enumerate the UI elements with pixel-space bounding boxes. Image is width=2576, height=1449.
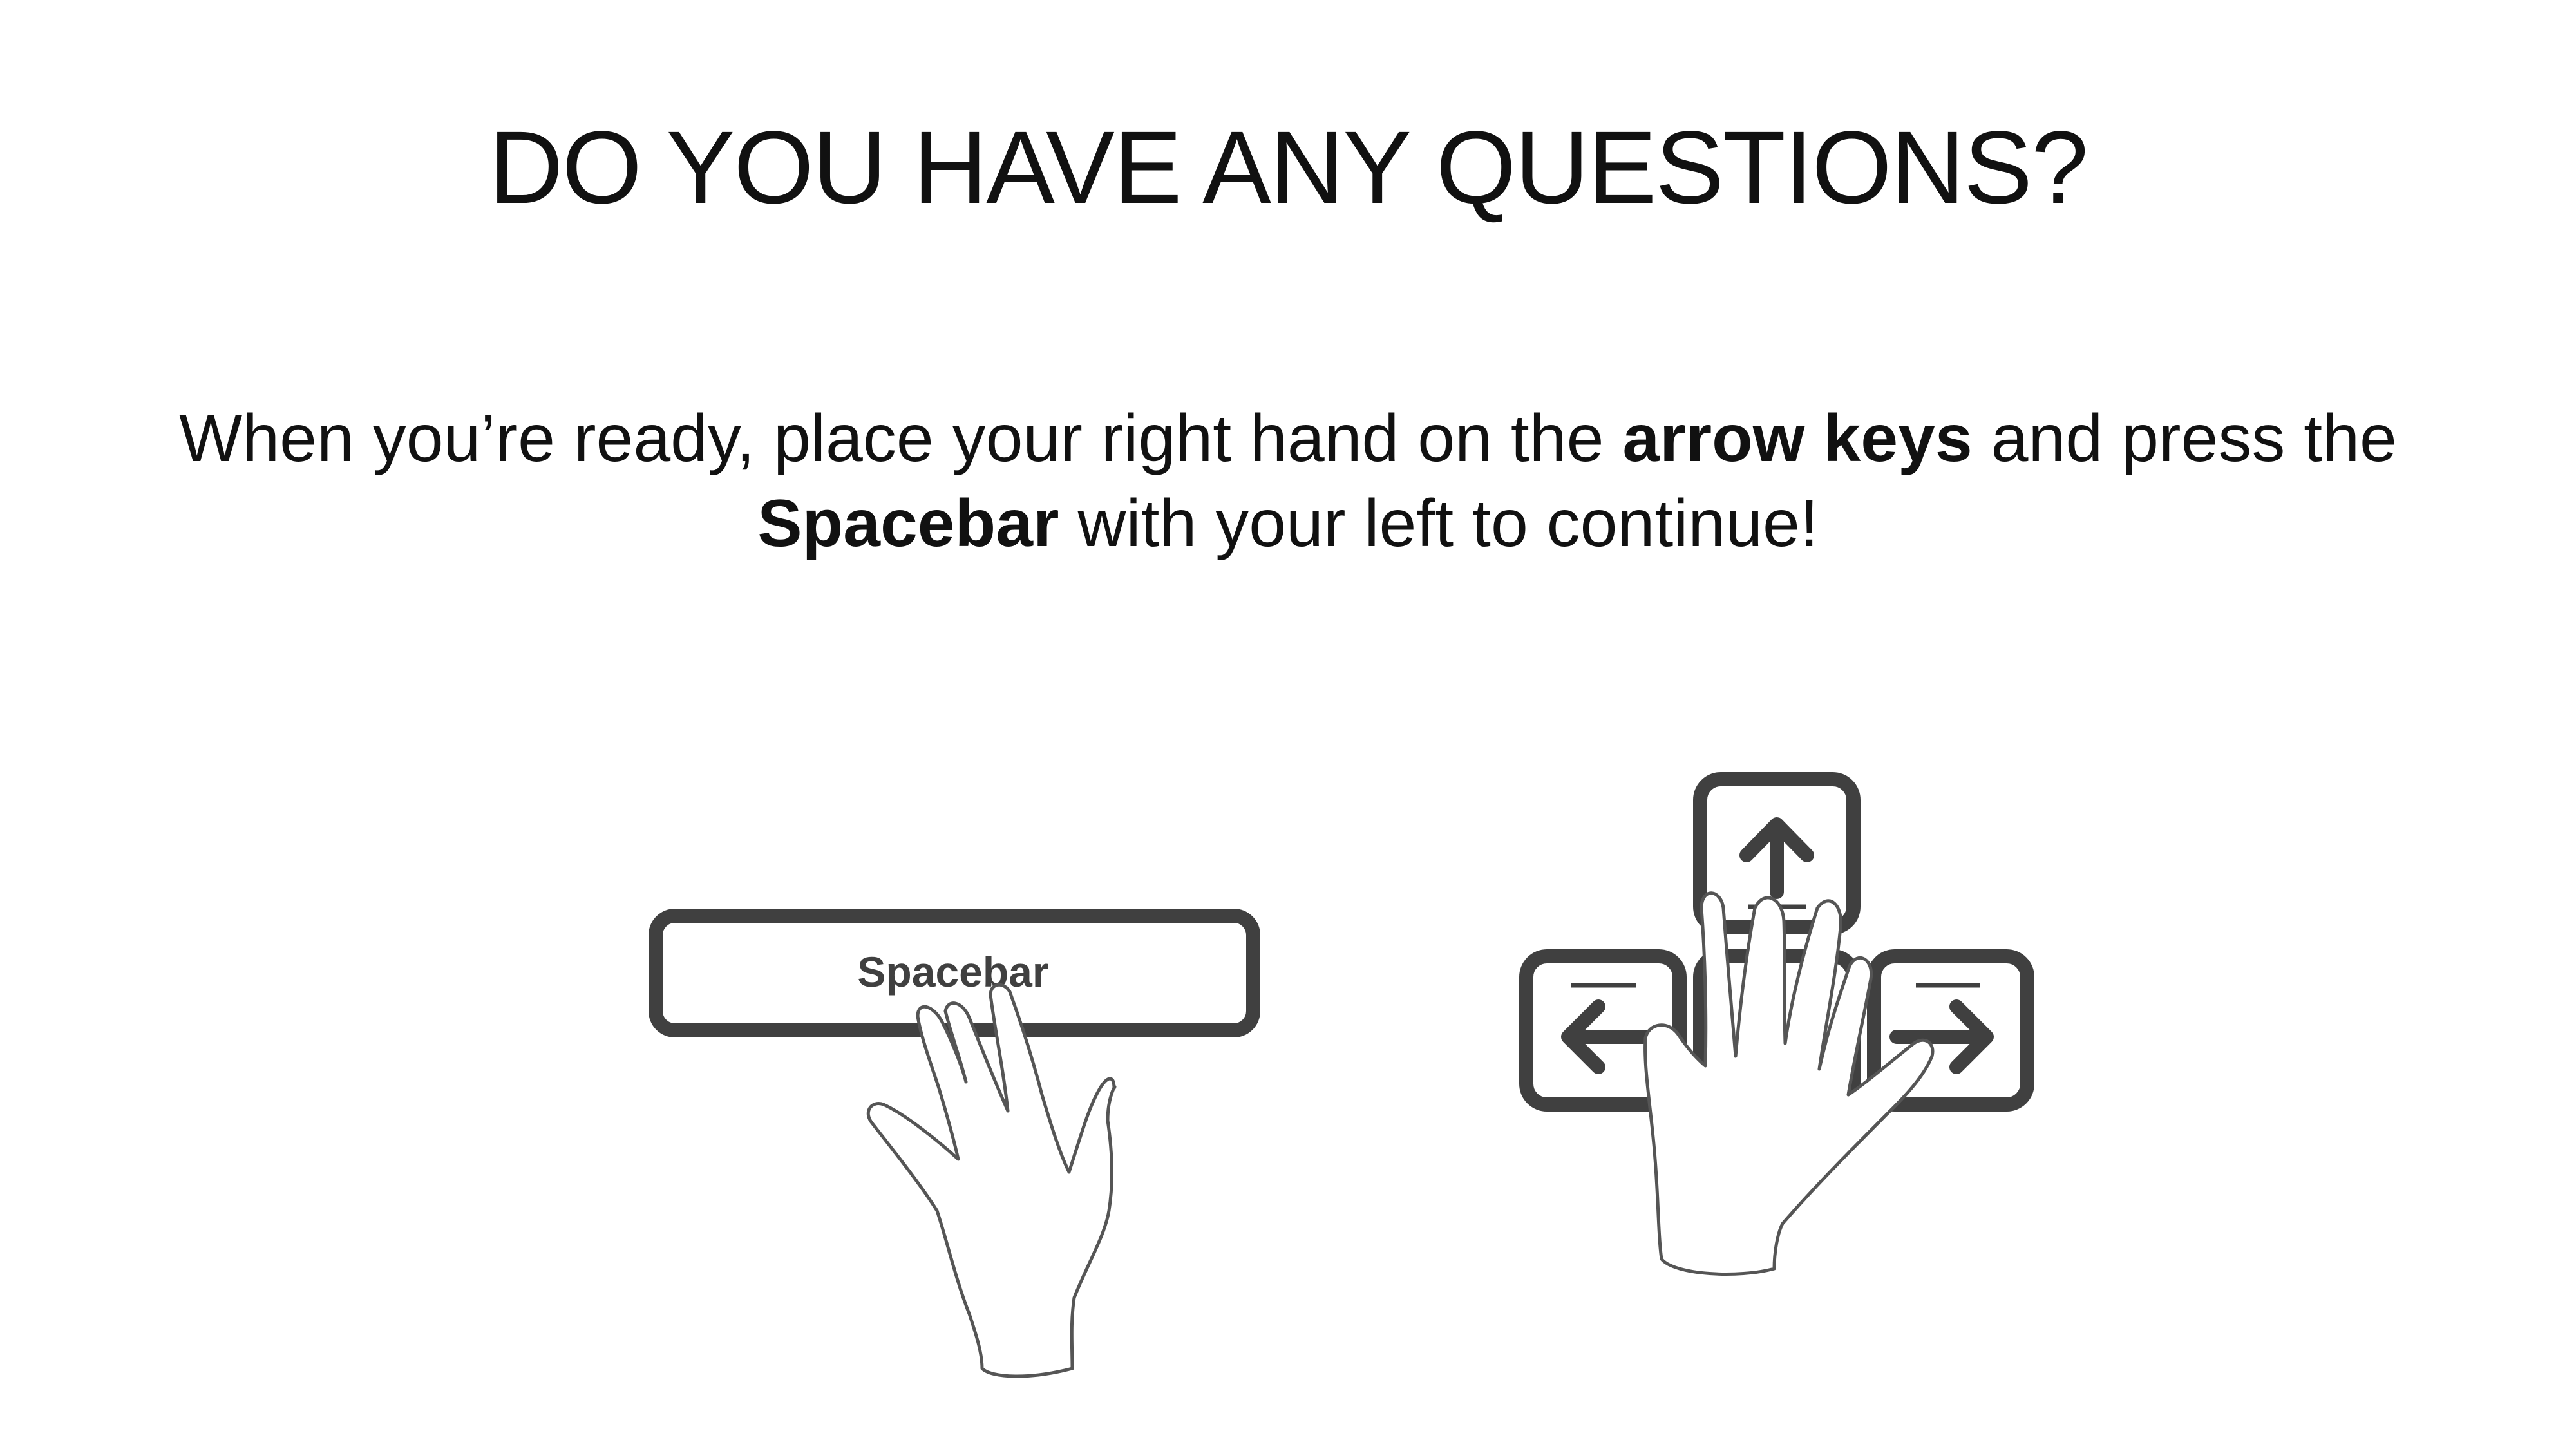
spacebar-key-label: Spacebar: [857, 948, 1048, 996]
left-hand-icon: [866, 983, 1117, 1378]
keyboard-illustration: Spacebar: [649, 772, 2034, 1378]
slide: DO YOU HAVE ANY QUESTIONS? When you’re r…: [0, 0, 2576, 1449]
